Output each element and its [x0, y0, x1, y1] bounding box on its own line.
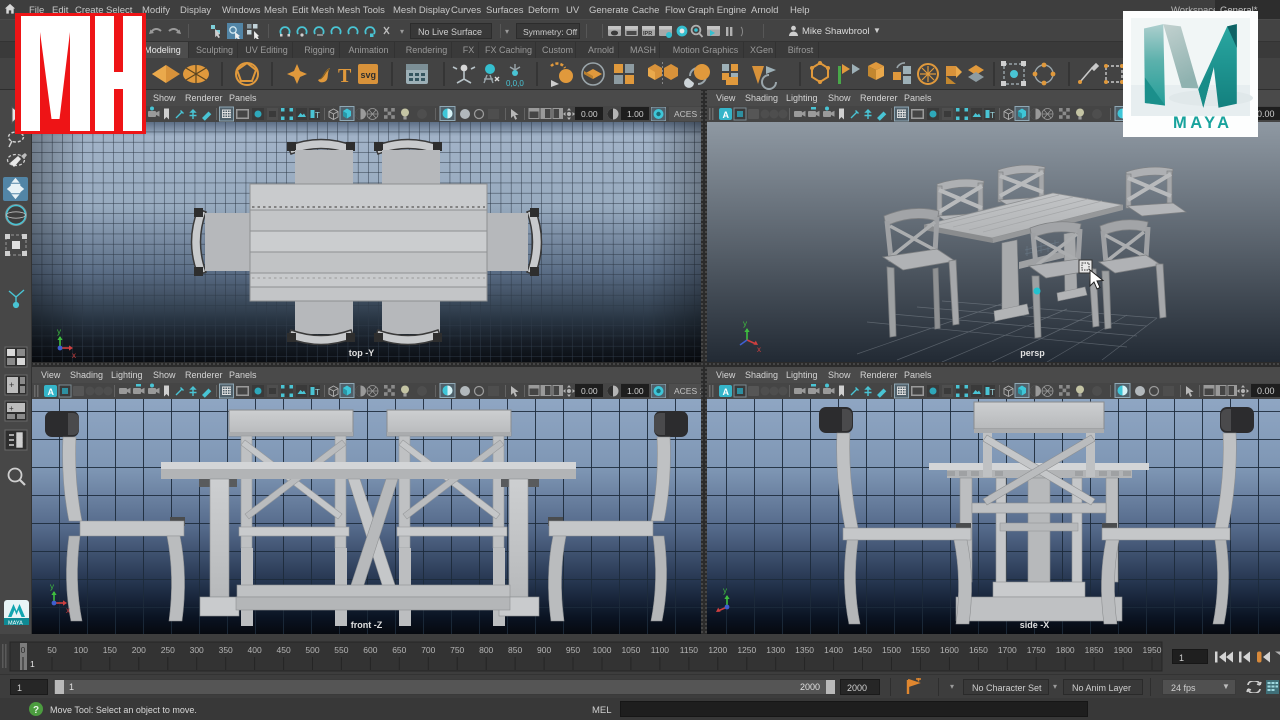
- svg-text:1250: 1250: [737, 645, 756, 655]
- svg-text:1450: 1450: [853, 645, 872, 655]
- svg-text:+: +: [9, 404, 14, 413]
- svg-text:750: 750: [450, 645, 464, 655]
- svg-text:y: y: [50, 582, 54, 591]
- svg-text:1600: 1600: [940, 645, 959, 655]
- svg-text:1650: 1650: [969, 645, 988, 655]
- svg-text:y: y: [723, 586, 727, 595]
- svg-text:1150: 1150: [680, 645, 699, 655]
- svg-text:1050: 1050: [621, 645, 640, 655]
- svg-text:A: A: [723, 387, 730, 397]
- svg-text:A: A: [723, 110, 730, 120]
- svg-text:800: 800: [479, 645, 493, 655]
- svg-text:300: 300: [190, 645, 204, 655]
- svg-text:1200: 1200: [708, 645, 727, 655]
- svg-text:850: 850: [508, 645, 522, 655]
- svg-text:1900: 1900: [1114, 645, 1133, 655]
- svg-text:550: 550: [334, 645, 348, 655]
- svg-text:1800: 1800: [1056, 645, 1075, 655]
- svg-text:450: 450: [277, 645, 291, 655]
- svg-text:0: 0: [21, 645, 26, 655]
- svg-text:500: 500: [305, 645, 319, 655]
- svg-text:350: 350: [219, 645, 233, 655]
- svg-text:1850: 1850: [1085, 645, 1104, 655]
- svg-text:900: 900: [537, 645, 551, 655]
- svg-text:IPR: IPR: [643, 31, 652, 37]
- svg-text:?: ?: [33, 705, 39, 716]
- svg-text:700: 700: [421, 645, 435, 655]
- svg-text:1750: 1750: [1027, 645, 1046, 655]
- svg-text:1: 1: [30, 659, 35, 669]
- svg-text:200: 200: [132, 645, 146, 655]
- svg-text:1500: 1500: [882, 645, 901, 655]
- svg-text:0,0,0: 0,0,0: [506, 79, 524, 88]
- svg-text:T: T: [315, 111, 320, 120]
- svg-text:50: 50: [47, 645, 57, 655]
- svg-text:svg: svg: [361, 70, 377, 80]
- svg-text:T: T: [338, 65, 352, 87]
- svg-text:+: +: [9, 380, 14, 390]
- svg-text:T: T: [990, 111, 995, 120]
- svg-text:1100: 1100: [651, 645, 670, 655]
- svg-text:T: T: [315, 388, 320, 397]
- svg-text:1000: 1000: [593, 645, 612, 655]
- svg-text:y: y: [743, 319, 747, 328]
- svg-text:x: x: [66, 606, 70, 615]
- svg-text:MAYA: MAYA: [1173, 114, 1233, 132]
- svg-text:950: 950: [566, 645, 580, 655]
- svg-text:T: T: [990, 388, 995, 397]
- svg-text:100: 100: [74, 645, 88, 655]
- svg-text:600: 600: [363, 645, 377, 655]
- svg-text:1400: 1400: [824, 645, 843, 655]
- svg-text:400: 400: [248, 645, 262, 655]
- svg-text:1950: 1950: [1143, 645, 1162, 655]
- svg-text:1350: 1350: [795, 645, 814, 655]
- svg-text:1550: 1550: [911, 645, 930, 655]
- svg-text:650: 650: [392, 645, 406, 655]
- svg-text:150: 150: [103, 645, 117, 655]
- svg-text:MAYA: MAYA: [8, 621, 23, 627]
- svg-text:y: y: [57, 327, 61, 336]
- svg-text:A: A: [48, 387, 55, 397]
- svg-text:1700: 1700: [998, 645, 1017, 655]
- svg-text:1300: 1300: [766, 645, 785, 655]
- svg-text:250: 250: [161, 645, 175, 655]
